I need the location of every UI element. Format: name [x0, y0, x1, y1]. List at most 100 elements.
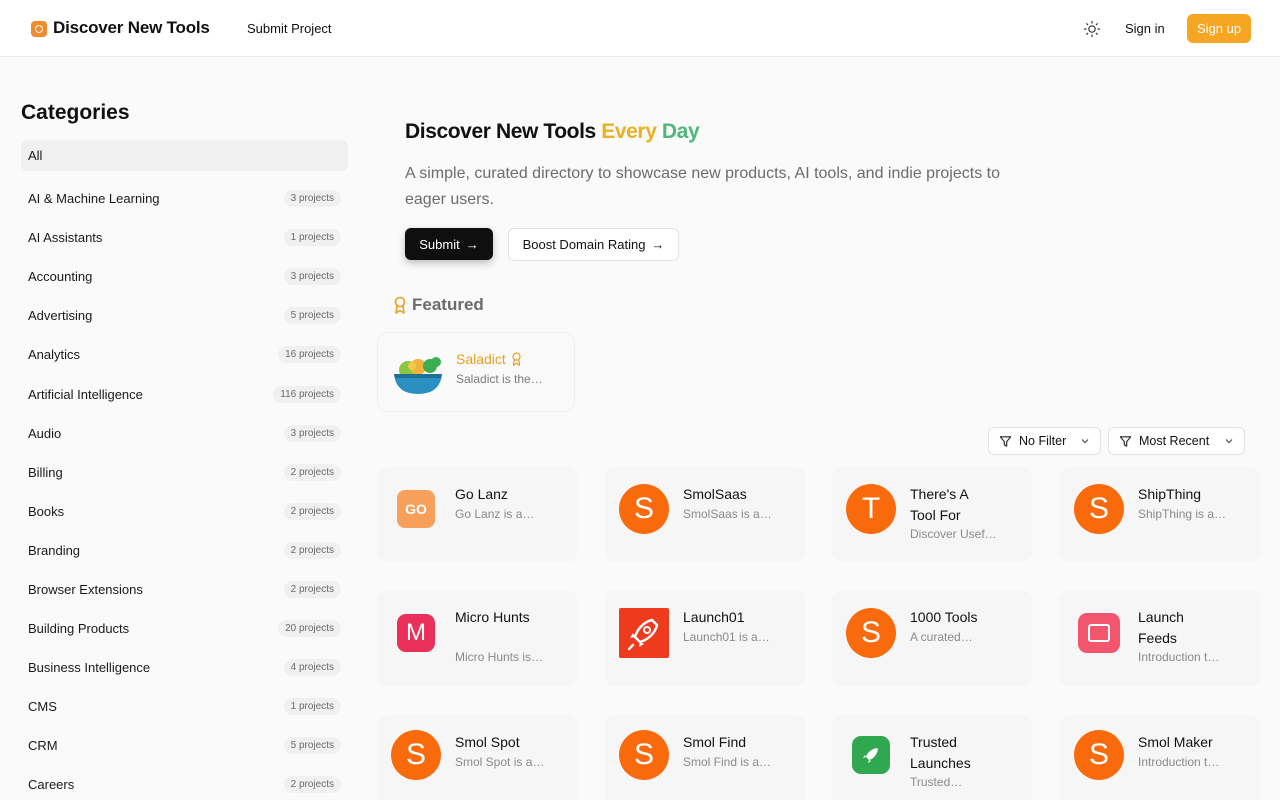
sign-in-link[interactable]: Sign in	[1125, 21, 1165, 36]
category-count-badge: 1 projects	[283, 229, 341, 247]
project-card[interactable]: Launch01 Launch01 is a…	[605, 590, 805, 687]
project-name: Go Lanz	[455, 486, 508, 502]
boost-domain-rating-button[interactable]: Boost Domain Rating →	[508, 228, 679, 261]
project-desc: Discover Usef…	[910, 527, 997, 541]
category-item[interactable]: Careers 2 projects	[21, 765, 348, 800]
category-item[interactable]: CRM 5 projects	[21, 726, 348, 765]
category-name: Browser Extensions	[28, 581, 143, 597]
arrow-right-icon: →	[465, 236, 479, 252]
project-card[interactable]: GO Go Lanz Go Lanz is a…	[377, 467, 577, 562]
featured-card-saladict[interactable]: Saladict Saladict is the…	[377, 332, 575, 412]
project-name: SmolSaas	[683, 486, 747, 502]
category-item[interactable]: All	[21, 140, 348, 171]
sign-up-button[interactable]: Sign up	[1187, 14, 1251, 43]
category-name: All	[28, 148, 43, 163]
project-card[interactable]: S Smol Maker Introduction t…	[1060, 715, 1260, 800]
category-item[interactable]: AI & Machine Learning 3 projects	[21, 179, 348, 218]
category-item[interactable]: Browser Extensions 2 projects	[21, 570, 348, 609]
brand-name[interactable]: Discover New Tools	[53, 18, 210, 38]
category-count-badge: 3 projects	[283, 424, 341, 442]
go-lanz-logo-icon: GO	[391, 484, 441, 534]
category-list: All AI & Machine Learning 3 projects AI Ass…	[21, 140, 348, 800]
hero-title-main: Discover New Tools	[405, 120, 596, 143]
category-count-badge: 3 projects	[283, 190, 341, 208]
category-name: Audio	[28, 425, 62, 441]
hero-title-day: Day	[661, 120, 700, 143]
category-name: Books	[28, 503, 65, 519]
submit-button-label: Submit	[419, 236, 460, 252]
project-name: Smol Find	[683, 734, 747, 750]
award-ribbon-icon	[394, 296, 406, 314]
category-count-badge: 16 projects	[278, 346, 341, 364]
category-name: Branding	[28, 542, 81, 558]
project-card[interactable]: S 1000 Tools A curated…	[832, 590, 1032, 687]
category-item[interactable]: Analytics 16 projects	[21, 335, 348, 374]
submit-button[interactable]: Submit →	[405, 228, 493, 260]
project-card[interactable]: S Smol Find Smol Find is a…	[605, 715, 805, 800]
launch-feeds-logo-icon	[1074, 608, 1124, 658]
category-name: Building Products	[28, 621, 130, 637]
trusted-launches-logo-icon	[846, 730, 896, 780]
brand-logo-icon[interactable]	[31, 21, 47, 37]
category-name: Billing	[28, 464, 63, 480]
featured-heading: Featured	[393, 295, 484, 315]
smolsaas-logo-icon: S	[619, 484, 669, 534]
1000-tools-logo-icon: S	[846, 608, 896, 658]
category-count-badge: 2 projects	[283, 541, 341, 559]
category-item[interactable]: Accounting 3 projects	[21, 257, 348, 296]
submit-project-link[interactable]: Submit Project	[247, 21, 332, 36]
hero-title-every: Every	[601, 120, 657, 143]
category-item[interactable]: Books 2 projects	[21, 492, 348, 531]
project-card[interactable]: S ShipThing ShipThing is a…	[1060, 467, 1260, 562]
project-card[interactable]: Launch Feeds Introduction t…	[1060, 590, 1260, 687]
category-name: Careers	[28, 777, 75, 793]
project-card[interactable]: T There's A Tool For Discover Usef…	[832, 467, 1032, 562]
category-count-badge: 3 projects	[283, 268, 341, 286]
category-count-badge: 5 projects	[283, 737, 341, 755]
rocket-icon	[619, 608, 669, 658]
category-count-badge: 2 projects	[283, 580, 341, 598]
category-name: AI Assistants	[28, 230, 103, 246]
category-item[interactable]: CMS 1 projects	[21, 687, 348, 726]
category-item[interactable]: Advertising 5 projects	[21, 296, 348, 335]
project-name: Smol Maker	[1138, 734, 1213, 750]
theme-toggle-sun-icon[interactable]	[1081, 18, 1103, 40]
project-desc: Introduction t…	[1138, 650, 1220, 664]
project-name: Smol Spot	[455, 734, 520, 750]
category-name: Analytics	[28, 347, 81, 363]
project-desc: Launch01 is a…	[683, 630, 770, 644]
smol-maker-logo-icon: S	[1074, 730, 1124, 780]
project-card[interactable]: S Smol Spot Smol Spot is a…	[377, 715, 577, 800]
project-desc: A curated…	[910, 630, 973, 644]
project-card[interactable]: S SmolSaas SmolSaas is a…	[605, 467, 805, 562]
category-name: Business Intelligence	[28, 660, 151, 676]
category-item[interactable]: Billing 2 projects	[21, 453, 348, 492]
featured-name-text: Saladict	[456, 351, 506, 367]
hero-title: Discover New Tools Every Day	[405, 120, 700, 144]
categories-title: Categories	[21, 101, 130, 124]
category-item[interactable]: Building Products 20 projects	[21, 609, 348, 648]
project-name: Launch Feeds	[1138, 609, 1184, 646]
category-item[interactable]: Audio 3 projects	[21, 414, 348, 453]
category-count-badge: 5 projects	[283, 307, 341, 325]
category-item[interactable]: Business Intelligence 4 projects	[21, 648, 348, 687]
award-ribbon-icon	[512, 352, 521, 366]
project-desc: Trusted…	[910, 775, 963, 789]
micro-hunts-logo-icon: M	[391, 608, 441, 658]
project-desc: Micro Hunts is…	[455, 650, 544, 664]
featured-card-name: Saladict	[456, 351, 522, 367]
category-item[interactable]: Artificial Intelligence 116 projects	[21, 374, 348, 413]
category-item[interactable]: AI Assistants 1 projects	[21, 218, 348, 257]
sort-label: Most Recent	[1139, 434, 1210, 448]
top-header: Discover New Tools Submit Project Sign i…	[0, 0, 1280, 57]
hero-subtitle: A simple, curated directory to showcase …	[405, 165, 1000, 208]
project-card[interactable]: Trusted Launches Trusted…	[832, 715, 1032, 800]
project-desc: SmolSaas is a…	[683, 507, 772, 521]
project-desc: Introduction t…	[1138, 755, 1220, 769]
project-name: Trusted Launches	[910, 734, 971, 771]
salad-bowl-icon	[394, 357, 442, 394]
sort-select[interactable]: Most Recent	[1108, 427, 1245, 455]
project-card[interactable]: M Micro Hunts Micro Hunts is…	[377, 590, 577, 687]
category-filter-select[interactable]: No Filter	[988, 427, 1101, 455]
category-item[interactable]: Branding 2 projects	[21, 531, 348, 570]
